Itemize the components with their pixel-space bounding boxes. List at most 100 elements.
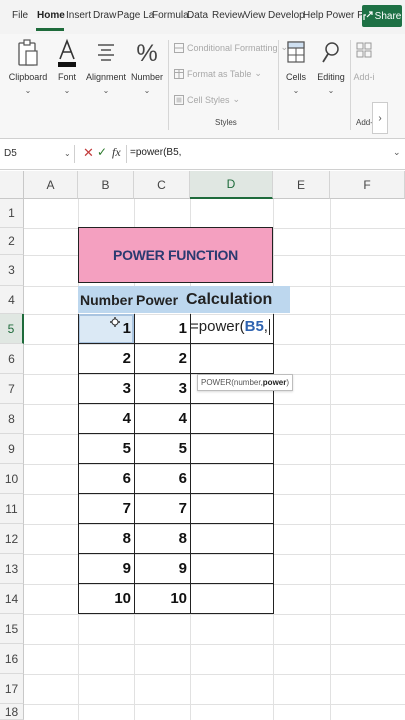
chevron-down-icon[interactable]: ⌄ xyxy=(64,149,71,158)
cell-styles-icon xyxy=(174,94,184,105)
calculation-cell[interactable] xyxy=(190,554,273,584)
insert-function-icon[interactable]: fx xyxy=(112,145,121,160)
svg-text:%: % xyxy=(136,40,157,67)
cell-styles-button[interactable]: Cell Styles ⌄ xyxy=(174,94,240,105)
number-cell[interactable]: 9 xyxy=(78,554,134,584)
calculation-cell[interactable] xyxy=(190,584,273,614)
calculation-cell[interactable] xyxy=(190,434,273,464)
cell-d5-editor[interactable]: =power(B5, xyxy=(190,318,270,336)
tab-file[interactable]: File xyxy=(12,10,28,21)
tab-review[interactable]: Review xyxy=(212,10,245,21)
editing-group[interactable]: Editing ⌄ xyxy=(315,38,347,95)
enter-icon[interactable]: ✓ xyxy=(97,145,107,159)
name-box[interactable]: D5 ⌄ xyxy=(4,145,71,162)
clipboard-icon xyxy=(18,39,38,66)
cells-group[interactable]: Cells ⌄ xyxy=(282,38,310,95)
row-header-17[interactable]: 17 xyxy=(0,674,24,704)
tab-data[interactable]: Data xyxy=(187,10,208,21)
calculation-cell[interactable] xyxy=(190,404,273,434)
row-header-7[interactable]: 7 xyxy=(0,374,24,404)
row-header-12[interactable]: 12 xyxy=(0,524,24,554)
spreadsheet-grid[interactable]: ABCDEF 1 2 3 4 5 6 7 8 9 10 11 12 13 14 15 16 17 18 POWER… xyxy=(0,171,405,720)
number-cell[interactable]: 3 xyxy=(78,374,134,404)
row-header-4[interactable]: 4 xyxy=(0,286,24,314)
clipboard-group[interactable]: Clipboard ⌄ xyxy=(8,38,48,95)
power-cell[interactable]: 1 xyxy=(134,314,190,344)
row-header-16[interactable]: 16 xyxy=(0,644,24,674)
calculation-cell[interactable] xyxy=(190,344,273,374)
column-header-c[interactable]: C xyxy=(134,171,190,199)
number-cell[interactable]: 2 xyxy=(78,344,134,374)
row-header-11[interactable]: 11 xyxy=(0,494,24,524)
number-cell[interactable]: 10 xyxy=(78,584,134,614)
calculation-cell[interactable] xyxy=(190,524,273,554)
addins-group[interactable]: Add-i xyxy=(353,38,375,82)
row-header-9[interactable]: 9 xyxy=(0,434,24,464)
conditional-formatting-button[interactable]: Conditional Formatting ⌄ xyxy=(174,42,288,53)
power-cell[interactable]: 8 xyxy=(134,524,190,554)
power-cell[interactable]: 4 xyxy=(134,404,190,434)
chevron-down-icon: ⌄ xyxy=(254,68,262,78)
tab-draw[interactable]: Draw xyxy=(93,10,116,21)
share-button[interactable]: Share xyxy=(362,5,402,27)
power-cell[interactable]: 2 xyxy=(134,344,190,374)
power-cell[interactable]: 3 xyxy=(134,374,190,404)
calculation-cell[interactable] xyxy=(190,494,273,524)
number-group[interactable]: % Number ⌄ xyxy=(130,38,164,95)
ribbon-scroll-right-button[interactable]: › xyxy=(372,102,388,134)
calculation-cell[interactable] xyxy=(190,464,273,494)
tab-home[interactable]: Home xyxy=(37,10,65,21)
title-cell[interactable]: POWER FUNCTION xyxy=(78,227,273,283)
font-label: Font xyxy=(57,72,76,82)
row-header-18[interactable]: 18 xyxy=(0,704,24,720)
chevron-down-icon: ⌄ xyxy=(143,86,151,95)
row-header-5[interactable]: 5 xyxy=(0,314,24,344)
row-header-13[interactable]: 13 xyxy=(0,554,24,584)
row-header-6[interactable]: 6 xyxy=(0,344,24,374)
row-header-2[interactable]: 2 xyxy=(0,228,24,255)
row-header-10[interactable]: 10 xyxy=(0,464,24,494)
column-header-b[interactable]: B xyxy=(78,171,134,199)
power-cell[interactable]: 9 xyxy=(134,554,190,584)
function-tooltip[interactable]: POWER(number, power) xyxy=(197,374,294,391)
expand-formula-bar-icon[interactable]: ⌄ xyxy=(393,147,401,158)
font-group[interactable]: Font ⌄ xyxy=(54,38,80,95)
tab-developer[interactable]: Develop xyxy=(268,10,305,21)
select-all-corner[interactable] xyxy=(0,171,24,199)
row-header-15[interactable]: 15 xyxy=(0,614,24,644)
number-cell[interactable]: 7 xyxy=(78,494,134,524)
tab-page-layout[interactable]: Page La xyxy=(117,10,154,21)
row-header-14[interactable]: 14 xyxy=(0,584,24,614)
format-as-table-button[interactable]: Format as Table ⌄ xyxy=(174,68,262,79)
row-header-3[interactable]: 3 xyxy=(0,255,24,286)
tab-help[interactable]: Help xyxy=(303,10,324,21)
power-cell[interactable]: 6 xyxy=(134,464,190,494)
cancel-icon[interactable]: ✕ xyxy=(83,145,94,161)
align-icon xyxy=(98,44,114,61)
header-number[interactable]: Number xyxy=(78,286,134,313)
name-box-value: D5 xyxy=(4,148,17,159)
power-cell[interactable]: 7 xyxy=(134,494,190,524)
tab-formulas[interactable]: Formula xyxy=(152,10,189,21)
row-header-1[interactable]: 1 xyxy=(0,199,24,228)
tab-insert[interactable]: Insert xyxy=(66,10,91,21)
alignment-group[interactable]: Alignment ⌄ xyxy=(86,38,126,95)
number-cell[interactable]: 8 xyxy=(78,524,134,554)
number-cell[interactable]: 5 xyxy=(78,434,134,464)
column-header-a[interactable]: A xyxy=(24,171,78,199)
percent-icon: % xyxy=(136,40,157,67)
header-calculation[interactable]: Calculation xyxy=(182,286,290,313)
tab-power-pivot[interactable]: Power P xyxy=(326,10,364,21)
power-cell[interactable]: 5 xyxy=(134,434,190,464)
column-header-d[interactable]: D xyxy=(190,171,273,199)
table-border xyxy=(190,314,191,614)
number-cell[interactable]: 6 xyxy=(78,464,134,494)
power-cell[interactable]: 10 xyxy=(134,584,190,614)
number-cell[interactable]: 4 xyxy=(78,404,134,434)
tab-view[interactable]: View xyxy=(244,10,266,21)
row-header-8[interactable]: 8 xyxy=(0,404,24,434)
formula-input[interactable]: =power(B5, xyxy=(130,147,181,158)
number-cell[interactable]: 1 xyxy=(78,314,134,344)
column-header-e[interactable]: E xyxy=(273,171,330,199)
column-header-f[interactable]: F xyxy=(330,171,405,199)
